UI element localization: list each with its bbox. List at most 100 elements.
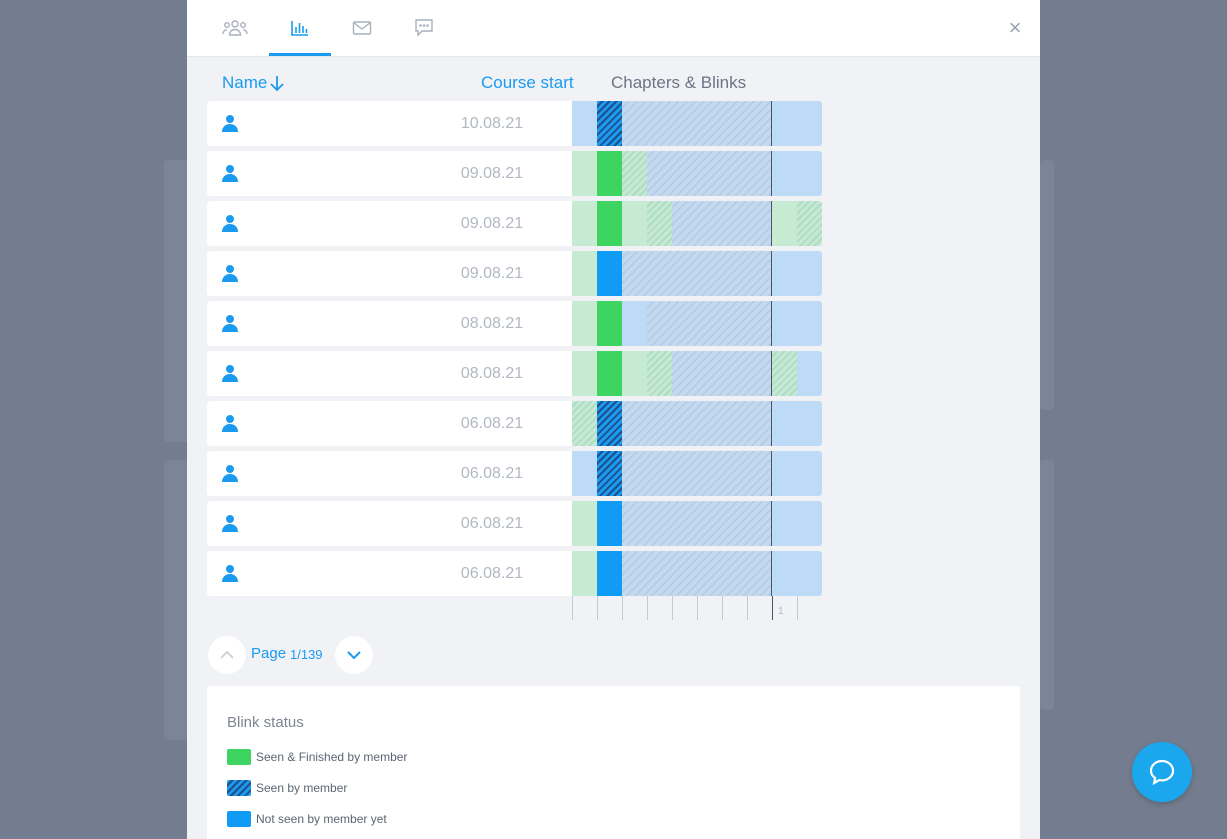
blink-cell-locked[interactable] (697, 151, 722, 196)
blink-cell-locked[interactable] (747, 151, 772, 196)
table-row[interactable]: 09.08.21 (207, 151, 822, 196)
table-row[interactable]: 06.08.21 (207, 501, 822, 546)
close-button[interactable]: × (1003, 16, 1027, 40)
blink-cell-locked[interactable] (697, 201, 722, 246)
table-row[interactable]: 06.08.21 (207, 451, 822, 496)
blink-cell-seen-light[interactable] (647, 351, 672, 396)
blink-cell-locked[interactable] (672, 301, 697, 346)
blink-cell-locked[interactable] (622, 251, 647, 296)
blink-cell-not-light[interactable] (772, 551, 797, 596)
blink-cell-locked[interactable] (722, 451, 747, 496)
blink-cell-locked[interactable] (747, 451, 772, 496)
blink-cell-not-light[interactable] (797, 101, 822, 146)
blink-cell-seen-light[interactable] (797, 201, 822, 246)
blink-cell-locked[interactable] (697, 251, 722, 296)
blink-cell-locked[interactable] (647, 551, 672, 596)
blink-cell-locked[interactable] (647, 401, 672, 446)
blink-cell-locked[interactable] (622, 401, 647, 446)
blink-cell-not-light[interactable] (772, 251, 797, 296)
blink-cell-locked[interactable] (747, 251, 772, 296)
tab-statistics[interactable] (269, 0, 331, 56)
blink-cell-locked[interactable] (722, 551, 747, 596)
blink-cell-seen-light[interactable] (647, 201, 672, 246)
blink-cell-not-light[interactable] (797, 251, 822, 296)
blink-cell-seen-light[interactable] (572, 401, 597, 446)
blink-cell-locked[interactable] (672, 201, 697, 246)
blink-cell-not-light[interactable] (797, 551, 822, 596)
blink-cell-locked[interactable] (722, 501, 747, 546)
blink-cell-seen[interactable] (597, 401, 622, 446)
table-row[interactable]: 09.08.21 (207, 251, 822, 296)
blink-cell-not-light[interactable] (772, 101, 797, 146)
table-row[interactable]: 06.08.21 (207, 551, 822, 596)
blink-cell-locked[interactable] (747, 351, 772, 396)
blink-cell-locked[interactable] (622, 551, 647, 596)
blink-cell-locked[interactable] (722, 301, 747, 346)
blink-cell-locked[interactable] (672, 501, 697, 546)
blink-cell-locked[interactable] (647, 251, 672, 296)
tab-comments[interactable] (393, 0, 455, 56)
blink-cell-locked[interactable] (622, 101, 647, 146)
blink-cell-not-light[interactable] (797, 351, 822, 396)
blink-cell-fin-light[interactable] (572, 151, 597, 196)
tab-messages[interactable] (331, 0, 393, 56)
blink-cell-locked[interactable] (672, 251, 697, 296)
blink-cell-finished[interactable] (597, 301, 622, 346)
blink-cell-locked[interactable] (697, 301, 722, 346)
blink-cell-locked[interactable] (722, 151, 747, 196)
blink-cell-finished[interactable] (597, 351, 622, 396)
blink-cell-notseen[interactable] (597, 501, 622, 546)
blink-cell-locked[interactable] (672, 551, 697, 596)
blink-cell-not-light[interactable] (797, 151, 822, 196)
blink-cell-not-light[interactable] (797, 451, 822, 496)
blink-cell-locked[interactable] (697, 551, 722, 596)
blink-cell-locked[interactable] (697, 101, 722, 146)
blink-cell-not-light[interactable] (572, 451, 597, 496)
table-row[interactable]: 09.08.21 (207, 201, 822, 246)
blink-cell-not-light[interactable] (772, 451, 797, 496)
blink-cell-locked[interactable] (747, 401, 772, 446)
blink-cell-notseen[interactable] (597, 551, 622, 596)
blink-cell-not-light[interactable] (772, 501, 797, 546)
blink-cell-locked[interactable] (672, 151, 697, 196)
blink-cell-fin-light[interactable] (572, 551, 597, 596)
blink-cell-seen[interactable] (597, 451, 622, 496)
blink-cell-locked[interactable] (622, 451, 647, 496)
blink-cell-seen[interactable] (597, 101, 622, 146)
blink-cell-locked[interactable] (747, 101, 772, 146)
table-row[interactable]: 10.08.21 (207, 101, 822, 146)
blink-cell-locked[interactable] (722, 351, 747, 396)
blink-cell-locked[interactable] (647, 451, 672, 496)
chat-launcher-button[interactable] (1132, 742, 1192, 802)
table-row[interactable]: 08.08.21 (207, 351, 822, 396)
blink-cell-locked[interactable] (622, 501, 647, 546)
blink-cell-locked[interactable] (722, 101, 747, 146)
blink-cell-locked[interactable] (722, 201, 747, 246)
blink-cell-locked[interactable] (697, 501, 722, 546)
blink-cell-locked[interactable] (672, 101, 697, 146)
blink-cell-not-light[interactable] (622, 301, 647, 346)
blink-cell-locked[interactable] (747, 301, 772, 346)
blink-cell-locked[interactable] (647, 151, 672, 196)
blink-cell-seen-light[interactable] (772, 351, 797, 396)
blink-cell-locked[interactable] (647, 301, 672, 346)
blink-cell-not-light[interactable] (797, 301, 822, 346)
blink-cell-not-light[interactable] (572, 101, 597, 146)
blink-cell-not-light[interactable] (772, 151, 797, 196)
blink-cell-locked[interactable] (747, 501, 772, 546)
blink-cell-locked[interactable] (697, 401, 722, 446)
blink-cell-fin-light[interactable] (572, 251, 597, 296)
blink-cell-fin-light[interactable] (772, 201, 797, 246)
blink-cell-fin-light[interactable] (622, 351, 647, 396)
blink-cell-locked[interactable] (697, 351, 722, 396)
blink-cell-finished[interactable] (597, 151, 622, 196)
blink-cell-notseen[interactable] (597, 251, 622, 296)
table-row[interactable]: 08.08.21 (207, 301, 822, 346)
blink-cell-locked[interactable] (747, 551, 772, 596)
blink-cell-not-light[interactable] (797, 501, 822, 546)
table-row[interactable]: 06.08.21 (207, 401, 822, 446)
blink-cell-locked[interactable] (647, 101, 672, 146)
blink-cell-locked[interactable] (672, 351, 697, 396)
blink-cell-fin-light[interactable] (572, 201, 597, 246)
blink-cell-not-light[interactable] (772, 401, 797, 446)
